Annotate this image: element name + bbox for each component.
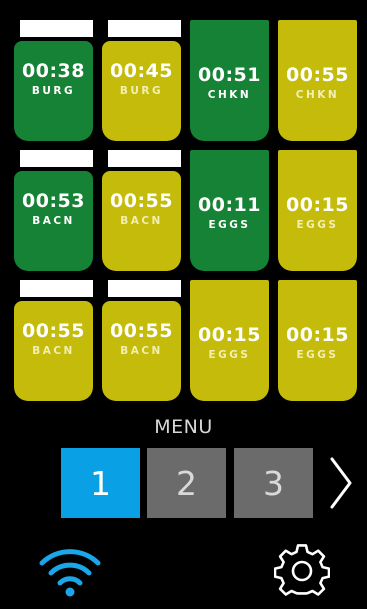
slot-indicator-bar: [20, 280, 93, 297]
timer-label: BACN: [120, 215, 163, 227]
timer-slot[interactable]: 00:51 CHKN: [190, 20, 269, 141]
timer-time: 00:51: [198, 64, 261, 86]
timer-time: 00:11: [198, 194, 261, 216]
timer-slot[interactable]: 00:53 BACN: [14, 150, 93, 271]
gear-icon[interactable]: [274, 543, 330, 599]
timer-label: EGGS: [296, 349, 339, 361]
timer-slot[interactable]: 00:55 BACN: [102, 280, 181, 401]
timer-tile[interactable]: 00:45 BURG: [102, 41, 181, 141]
timer-slot[interactable]: 00:55 BACN: [14, 280, 93, 401]
timer-tile[interactable]: 00:38 BURG: [14, 41, 93, 141]
timer-label: BACN: [32, 345, 75, 357]
wifi-icon: [39, 549, 101, 597]
menu-title: MENU: [154, 416, 213, 438]
timer-tile[interactable]: 00:55 CHKN: [278, 20, 357, 141]
timer-grid: 00:38 BURG 00:45 BURG 00:51 CHKN 00:55 C…: [14, 20, 358, 401]
menu-page-3-button[interactable]: 3: [234, 448, 313, 518]
timer-time: 00:15: [286, 324, 349, 346]
timer-tile[interactable]: 00:55 BACN: [14, 301, 93, 401]
timer-time: 00:15: [286, 194, 349, 216]
timer-tile[interactable]: 00:15 EGGS: [278, 150, 357, 271]
slot-indicator-bar: [108, 20, 181, 37]
timer-slot[interactable]: 00:11 EGGS: [190, 150, 269, 271]
timer-label: BURG: [119, 85, 164, 97]
timer-time: 00:15: [198, 324, 261, 346]
timer-label: CHKN: [207, 89, 252, 101]
timer-label: BURG: [31, 85, 76, 97]
timer-slot[interactable]: 00:55 BACN: [102, 150, 181, 271]
timer-slot[interactable]: 00:45 BURG: [102, 20, 181, 141]
timer-time: 00:45: [110, 60, 173, 82]
timer-time: 00:55: [110, 320, 173, 342]
timer-slot[interactable]: 00:15 EGGS: [190, 280, 269, 401]
timer-slot[interactable]: 00:15 EGGS: [278, 150, 357, 271]
timer-slot[interactable]: 00:38 BURG: [14, 20, 93, 141]
timer-label: BACN: [120, 345, 163, 357]
timer-tile[interactable]: 00:53 BACN: [14, 171, 93, 271]
timer-tile[interactable]: 00:15 EGGS: [190, 280, 269, 401]
timer-tile[interactable]: 00:55 BACN: [102, 301, 181, 401]
menu-page-1-button[interactable]: 1: [61, 448, 140, 518]
slot-indicator-bar: [20, 20, 93, 37]
timer-time: 00:53: [22, 190, 85, 212]
timer-time: 00:55: [22, 320, 85, 342]
timer-tile[interactable]: 00:15 EGGS: [278, 280, 357, 401]
timer-label: EGGS: [208, 219, 251, 231]
timer-time: 00:55: [286, 64, 349, 86]
timer-label: EGGS: [296, 219, 339, 231]
timer-label: EGGS: [208, 349, 251, 361]
timer-slot[interactable]: 00:55 CHKN: [278, 20, 357, 141]
timer-label: CHKN: [295, 89, 340, 101]
slot-indicator-bar: [108, 150, 181, 167]
timer-slot[interactable]: 00:15 EGGS: [278, 280, 357, 401]
chevron-right-icon[interactable]: [326, 455, 356, 511]
slot-indicator-bar: [20, 150, 93, 167]
timer-time: 00:55: [110, 190, 173, 212]
timer-tile[interactable]: 00:51 CHKN: [190, 20, 269, 141]
menu-page-2-button[interactable]: 2: [147, 448, 226, 518]
slot-indicator-bar: [108, 280, 181, 297]
timer-tile[interactable]: 00:55 BACN: [102, 171, 181, 271]
timer-time: 00:38: [22, 60, 85, 82]
timer-label: BACN: [32, 215, 75, 227]
timer-tile[interactable]: 00:11 EGGS: [190, 150, 269, 271]
